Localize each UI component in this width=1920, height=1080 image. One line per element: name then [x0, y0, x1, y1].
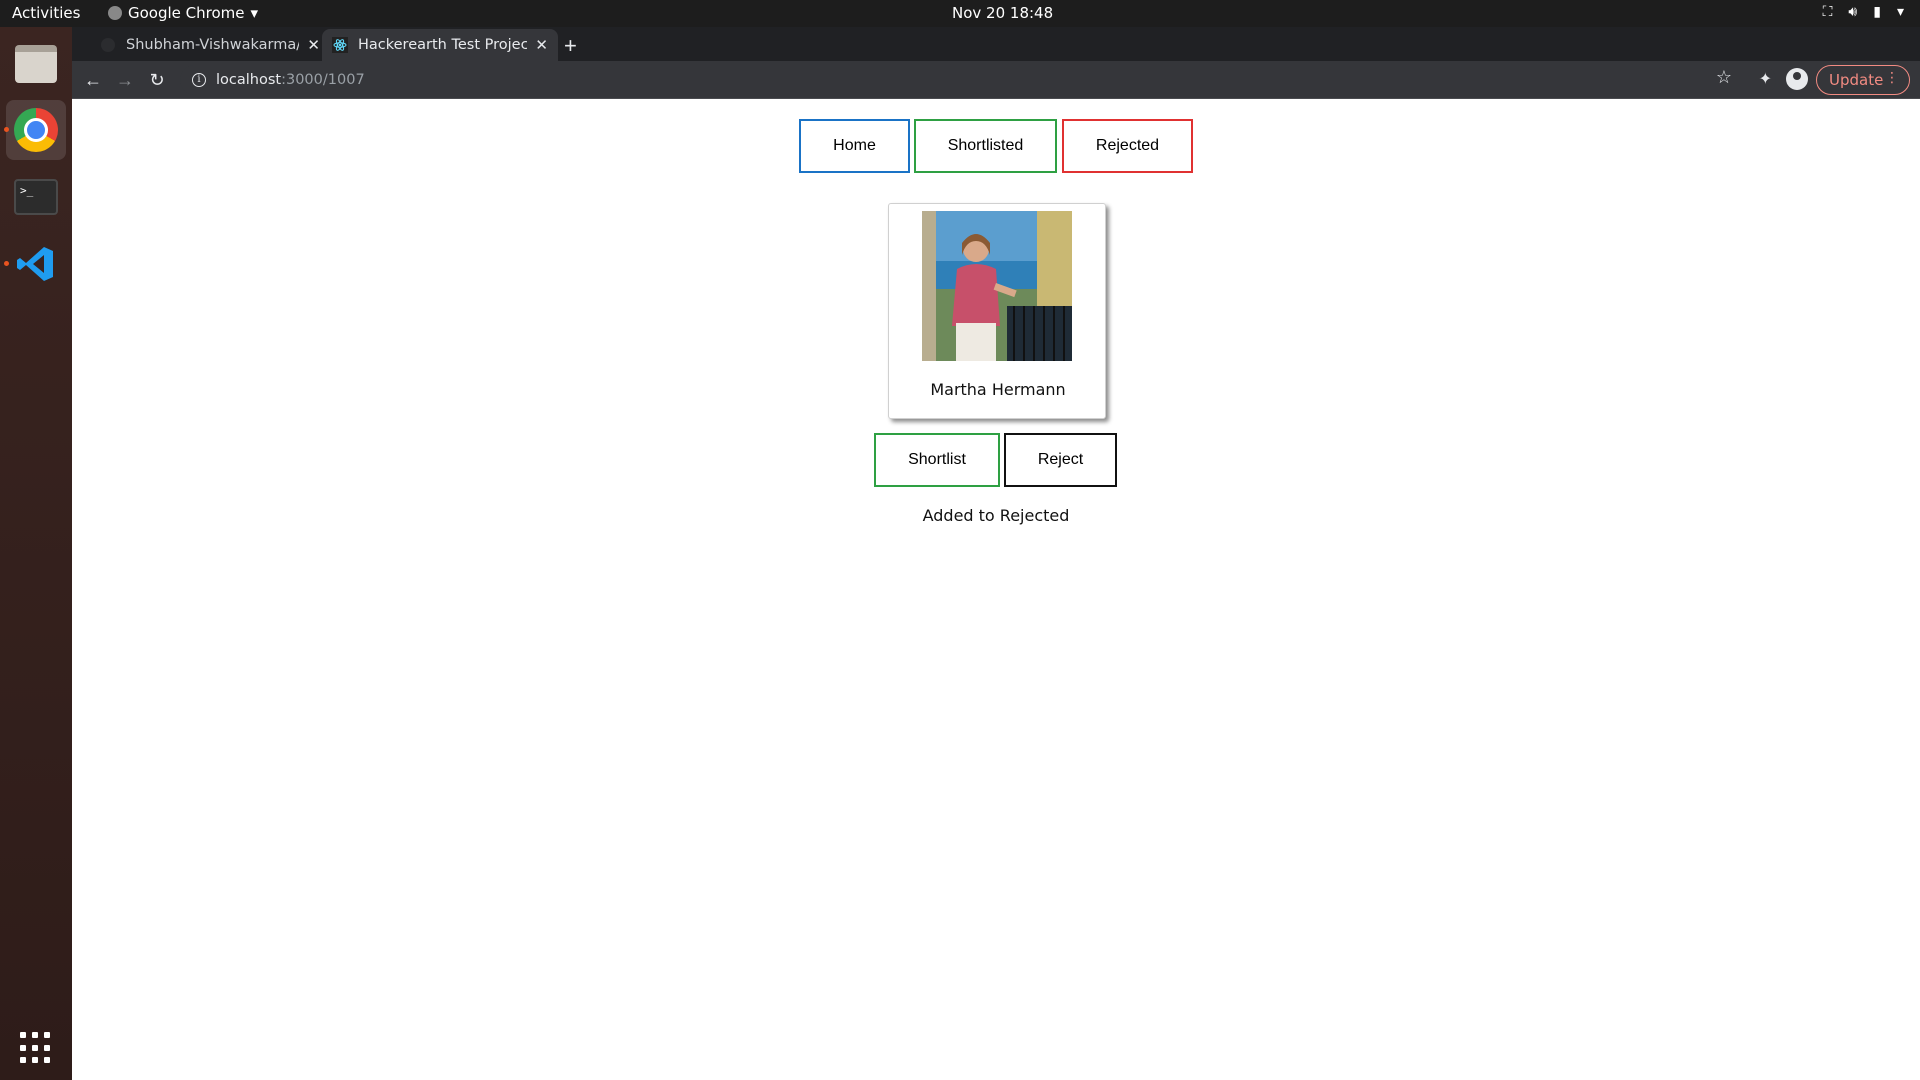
- dock-chrome[interactable]: [4, 100, 66, 160]
- tab-hackerearth[interactable]: Hackerearth Test Project ✕: [322, 29, 558, 61]
- url-host: localhost: [216, 72, 282, 88]
- back-icon[interactable]: ←: [80, 67, 106, 93]
- dock-files[interactable]: [6, 34, 66, 94]
- battery-icon: ▮: [1873, 4, 1881, 20]
- activities-button[interactable]: Activities: [12, 4, 80, 22]
- profile-card: Martha Hermann: [888, 203, 1106, 419]
- candidate-name: Martha Hermann: [930, 380, 1066, 399]
- terminal-icon: >_: [14, 179, 58, 215]
- bookmark-star-icon[interactable]: ☆: [1716, 67, 1732, 88]
- tray-caret-icon: ▾: [1896, 4, 1904, 20]
- status-message: Added to Rejected: [922, 506, 1070, 525]
- dock: >_: [0, 27, 72, 1080]
- show-applications-icon[interactable]: [20, 1032, 52, 1064]
- home-button[interactable]: Home: [799, 119, 910, 173]
- running-indicator: [4, 127, 9, 132]
- network-icon: ⛶: [1822, 4, 1833, 20]
- forward-icon[interactable]: →: [112, 67, 138, 93]
- close-tab-icon[interactable]: ✕: [535, 36, 548, 54]
- new-tab-icon[interactable]: +: [564, 33, 577, 59]
- update-button[interactable]: Update ⋮: [1816, 65, 1910, 95]
- clock[interactable]: Nov 20 18:48: [952, 4, 1053, 22]
- rejected-button[interactable]: Rejected: [1062, 119, 1193, 173]
- profile-avatar-icon[interactable]: [1786, 68, 1808, 90]
- running-indicator: [4, 261, 9, 266]
- vscode-icon: [15, 243, 57, 285]
- site-info-icon[interactable]: i: [192, 73, 206, 87]
- page-content: Home Shortlisted Rejected Martha Hermann…: [72, 99, 1920, 1080]
- shortlist-button[interactable]: Shortlist: [874, 433, 1000, 487]
- system-tray[interactable]: ⛶ 🔊︎ ▮ ▾: [1823, 4, 1904, 20]
- app-menu[interactable]: Google Chrome ▾: [108, 4, 258, 22]
- volume-icon: 🔊︎: [1848, 4, 1858, 20]
- shortlisted-button[interactable]: Shortlisted: [914, 119, 1057, 173]
- reload-icon[interactable]: ↻: [144, 67, 170, 93]
- dock-vscode[interactable]: [4, 234, 66, 294]
- browser-toolbar: ← → ↻ i localhost:3000/1007 ☆ ✦ Update ⋮: [72, 61, 1920, 99]
- github-icon: [101, 38, 115, 52]
- profile-photo: [922, 211, 1072, 361]
- tab-github[interactable]: Shubham-Vishwakarma/F ✕: [90, 29, 330, 61]
- menu-dots-icon: ⋮: [1885, 70, 1899, 86]
- reject-button[interactable]: Reject: [1004, 433, 1117, 487]
- update-label: Update: [1829, 71, 1884, 89]
- chrome-small-icon: [108, 6, 122, 20]
- system-top-bar: Activities Google Chrome ▾ Nov 20 18:48 …: [0, 0, 1920, 27]
- address-bar[interactable]: i localhost:3000/1007: [180, 65, 1776, 95]
- chrome-icon: [14, 108, 58, 152]
- dock-terminal[interactable]: >_: [6, 167, 66, 227]
- close-tab-icon[interactable]: ✕: [307, 36, 320, 54]
- status-message-row: Added to Rejected: [72, 506, 1920, 525]
- caret-down-icon: ▾: [250, 4, 259, 22]
- url-path: :3000/1007: [281, 72, 365, 88]
- app-menu-label: Google Chrome: [128, 4, 245, 22]
- extensions-icon[interactable]: ✦: [1759, 69, 1772, 89]
- files-icon: [15, 45, 57, 83]
- react-icon: [332, 37, 348, 53]
- tab-title: Shubham-Vishwakarma/F: [126, 37, 300, 53]
- tab-strip: Shubham-Vishwakarma/F ✕ Hackerearth Test…: [72, 27, 1920, 61]
- tab-title: Hackerearth Test Project: [358, 37, 528, 53]
